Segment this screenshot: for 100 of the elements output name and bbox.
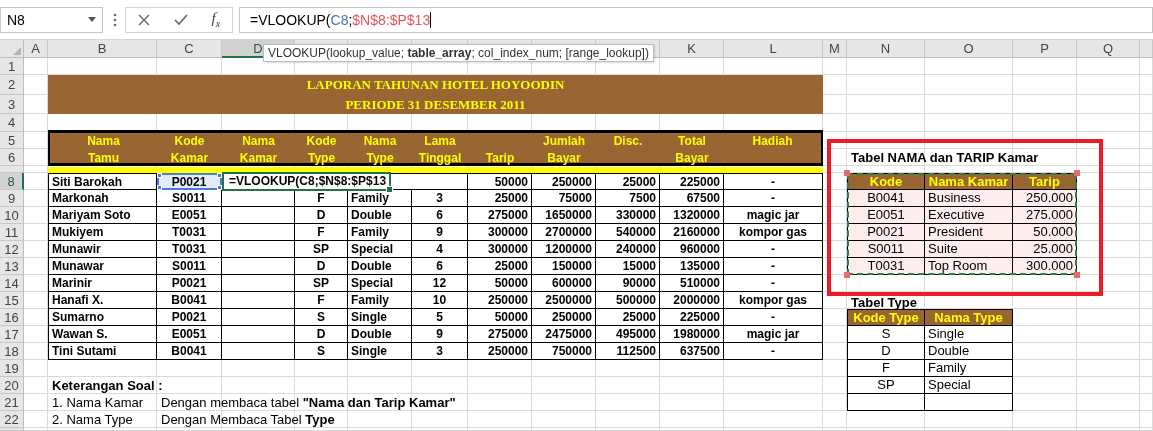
table-cell: Hanafi X. [48, 292, 157, 309]
table-cell: 500000 [596, 292, 660, 309]
note-label: 1. Nama Kamar [51, 394, 145, 411]
table-cell: 240000 [596, 241, 660, 258]
table-cell: magic jar [724, 207, 823, 224]
table-cell: S0011 [157, 258, 222, 275]
table-cell: 300.000 [1013, 258, 1077, 275]
table-cell: 25000 [596, 309, 660, 326]
column-heading: Disc. [596, 130, 660, 166]
table-cell: 3 [412, 190, 468, 207]
table-cell: Double [348, 258, 412, 275]
table-cell: 2700000 [532, 224, 596, 241]
table-cell: Wawan S. [48, 326, 157, 343]
formula-text: ; [348, 11, 353, 28]
table-title: Tabel Type [850, 294, 918, 309]
table-cell: 135000 [660, 258, 724, 275]
notes-heading: Keterangan Soal : [51, 377, 164, 394]
table-heading: Nama Kamar [925, 173, 1013, 190]
table-cell: S0011 [157, 190, 222, 207]
table-cell: B0041 [157, 343, 222, 360]
table-cell: Family [348, 224, 412, 241]
column-heading: Jumlah Bayar [532, 130, 596, 166]
table-cell: Family [925, 360, 1013, 377]
function-tooltip: VLOOKUP(lookup_value; table_array; col_index_num; [range_lookup]) [263, 44, 654, 62]
table-cell: 6 [412, 258, 468, 275]
table-cell: Mariyam Soto [48, 207, 157, 224]
table-cell: 9 [412, 326, 468, 343]
table-cell: Single [925, 326, 1013, 343]
table-cell: - [724, 275, 823, 292]
table-cell: Single [348, 343, 412, 360]
table-cell: 750000 [532, 343, 596, 360]
table-cell: E0051 [157, 207, 222, 224]
table-cell: Double [925, 343, 1013, 360]
table-cell: 330000 [596, 207, 660, 224]
table-cell: D [295, 326, 348, 343]
table-cell: 50000 [468, 275, 532, 292]
table-cell: 3 [412, 343, 468, 360]
table-cell: 250000 [468, 292, 532, 309]
table-cell: 510000 [660, 275, 724, 292]
table-cell: 1320000 [660, 207, 724, 224]
report-period: PERIODE 31 DESEMBER 2011 [345, 95, 526, 114]
table-cell: F [295, 224, 348, 241]
column-heading: Total Bayar [660, 130, 724, 166]
table-cell: F [847, 360, 925, 377]
table-cell: Single [348, 309, 412, 326]
table-heading: Nama Type [925, 309, 1013, 326]
table-cell: 150000 [532, 258, 596, 275]
table-cell: 112500 [596, 343, 660, 360]
table-cell: 15000 [596, 258, 660, 275]
table-heading: Kode Type [847, 309, 925, 326]
table-cell: 275000 [468, 326, 532, 343]
table-cell: 25000 [596, 173, 660, 190]
table-cell: - [724, 173, 823, 190]
table-cell: 250000 [468, 343, 532, 360]
table-cell: 637500 [660, 343, 724, 360]
table-heading: Tarip [1013, 173, 1077, 190]
table-cell: P0021 [847, 224, 925, 241]
table-cell: 1980000 [660, 326, 724, 343]
table-cell: Special [925, 377, 1013, 394]
table-cell: - [724, 190, 823, 207]
table-cell: 2000000 [660, 292, 724, 309]
table-cell: 5 [412, 309, 468, 326]
table-cell: S [295, 343, 348, 360]
table-cell: E0051 [847, 207, 925, 224]
table-title: Tabel NAMA dan TARIP Kamar [850, 149, 1040, 166]
table-cell: Siti Barokah [48, 173, 157, 190]
table-cell: Double [348, 207, 412, 224]
formula-text: C8 [330, 11, 349, 28]
column-heading: Kode Type [295, 130, 348, 166]
table-cell: 250.000 [1013, 190, 1077, 207]
table-cell: - [724, 258, 823, 275]
table-cell: 2500000 [532, 292, 596, 309]
table-cell: 25000 [468, 190, 532, 207]
table-cell: Markonah [48, 190, 157, 207]
table-cell: Family [348, 292, 412, 309]
table-cell: Mukiyem [48, 224, 157, 241]
table-cell: SP [847, 377, 925, 394]
column-heading: Hadiah [724, 130, 823, 166]
table-cell: 495000 [596, 326, 660, 343]
table-cell: 25000 [468, 258, 532, 275]
column-heading: Kode Kamar [157, 130, 222, 166]
column-heading: Nama Type [348, 130, 412, 166]
column-heading: Tarip [468, 130, 532, 166]
table-cell: - [724, 309, 823, 326]
table-cell: 50000 [468, 173, 532, 190]
table-cell: S [295, 309, 348, 326]
table-cell: 25.000 [1013, 241, 1077, 258]
table-cell: Special [348, 275, 412, 292]
table-cell: Business [925, 190, 1013, 207]
table-cell: Sumarno [48, 309, 157, 326]
table-cell: 300000 [468, 241, 532, 258]
table-cell: 275.000 [1013, 207, 1077, 224]
table-cell: 275000 [468, 207, 532, 224]
table-cell: Munawar [48, 258, 157, 275]
table-cell: 225000 [660, 173, 724, 190]
table-cell: 600000 [532, 275, 596, 292]
table-cell: 75000 [532, 190, 596, 207]
table-cell: - [724, 241, 823, 258]
table-cell: Tini Sutami [48, 343, 157, 360]
column-heading: Nama Kamar [222, 130, 295, 166]
